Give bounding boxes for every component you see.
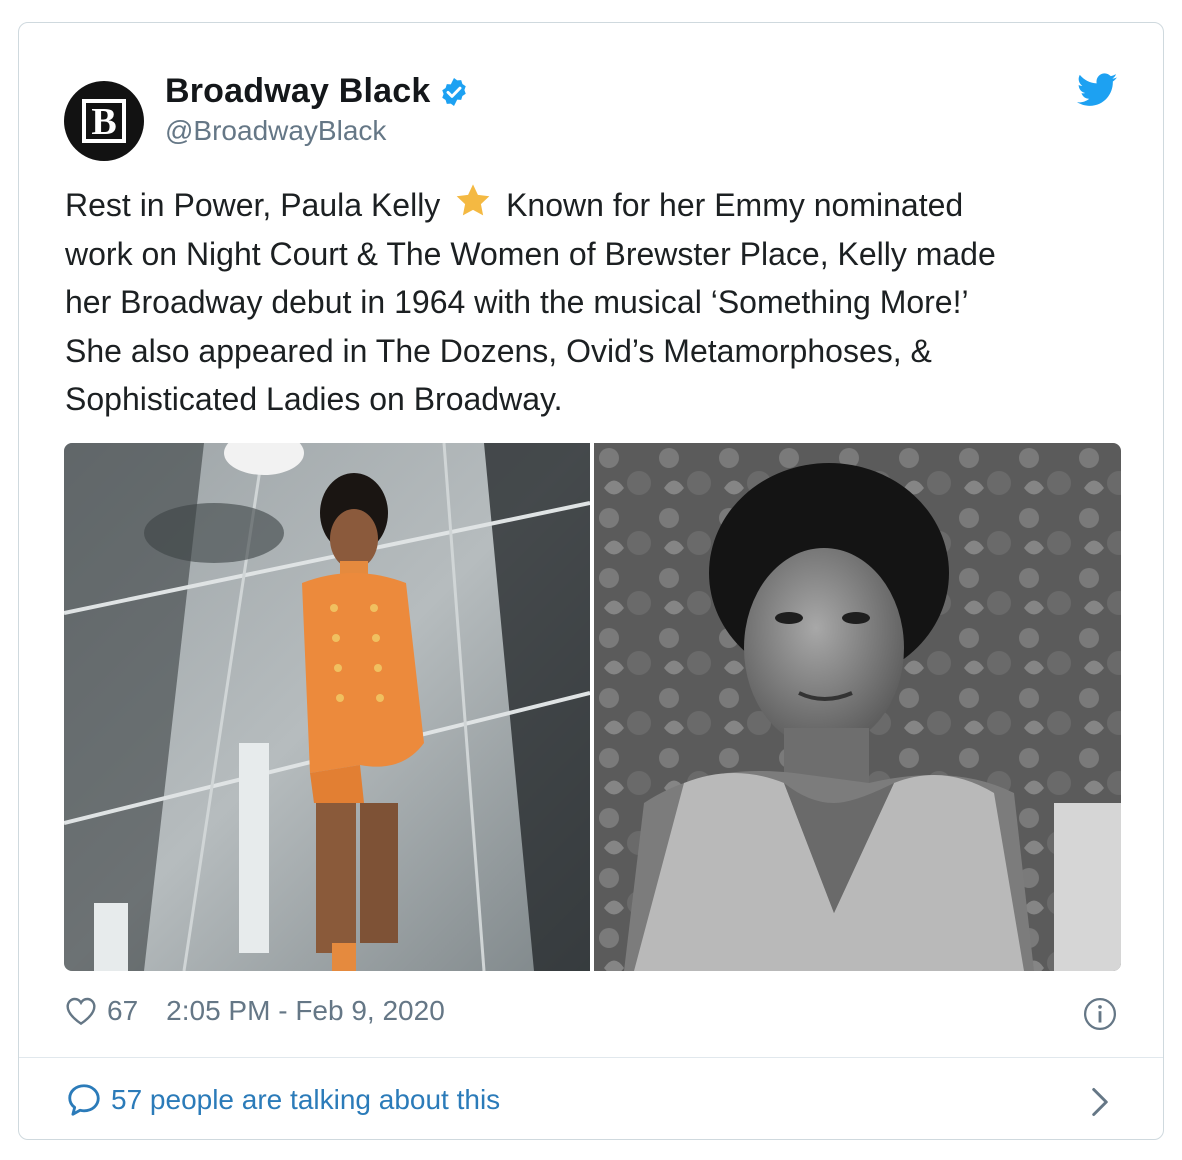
name-row: Broadway Black	[165, 72, 470, 111]
media-grid[interactable]	[64, 443, 1121, 971]
twitter-bird-icon[interactable]	[1077, 73, 1117, 107]
conversation-link[interactable]: 57 people are talking about this	[65, 1081, 500, 1119]
handle[interactable]: @BroadwayBlack	[165, 115, 386, 147]
divider	[19, 1057, 1163, 1058]
chevron-right-icon[interactable]	[1089, 1087, 1111, 1117]
stage-photo[interactable]	[64, 443, 590, 971]
display-name[interactable]: Broadway Black	[165, 72, 430, 111]
talking-text[interactable]: 57 people are talking about this	[111, 1084, 500, 1116]
verified-badge-icon	[442, 77, 467, 106]
stage-photo-image	[64, 443, 590, 971]
speech-bubble-icon	[68, 1084, 100, 1116]
portrait-photo-image	[594, 443, 1121, 971]
avatar[interactable]: B	[64, 81, 144, 161]
tweet-meta: 67 2:05 PM - Feb 9, 2020	[65, 995, 445, 1027]
tweet-text: Rest in Power, Paula Kelly Known for her…	[65, 181, 1125, 424]
info-icon[interactable]	[1083, 997, 1117, 1031]
portrait-photo[interactable]	[594, 443, 1121, 971]
timestamp[interactable]: 2:05 PM - Feb 9, 2020	[166, 995, 445, 1027]
avatar-letter: B	[91, 101, 117, 143]
tweet-text-start: Rest in Power, Paula Kelly	[65, 187, 441, 223]
heart-icon[interactable]	[65, 996, 97, 1026]
broadway-black-logo: B	[82, 99, 126, 143]
star-emoji-icon	[456, 184, 490, 216]
like-count[interactable]: 67	[107, 995, 138, 1027]
tweet-card[interactable]: B Broadway Black @BroadwayBlack Rest in …	[18, 22, 1164, 1140]
